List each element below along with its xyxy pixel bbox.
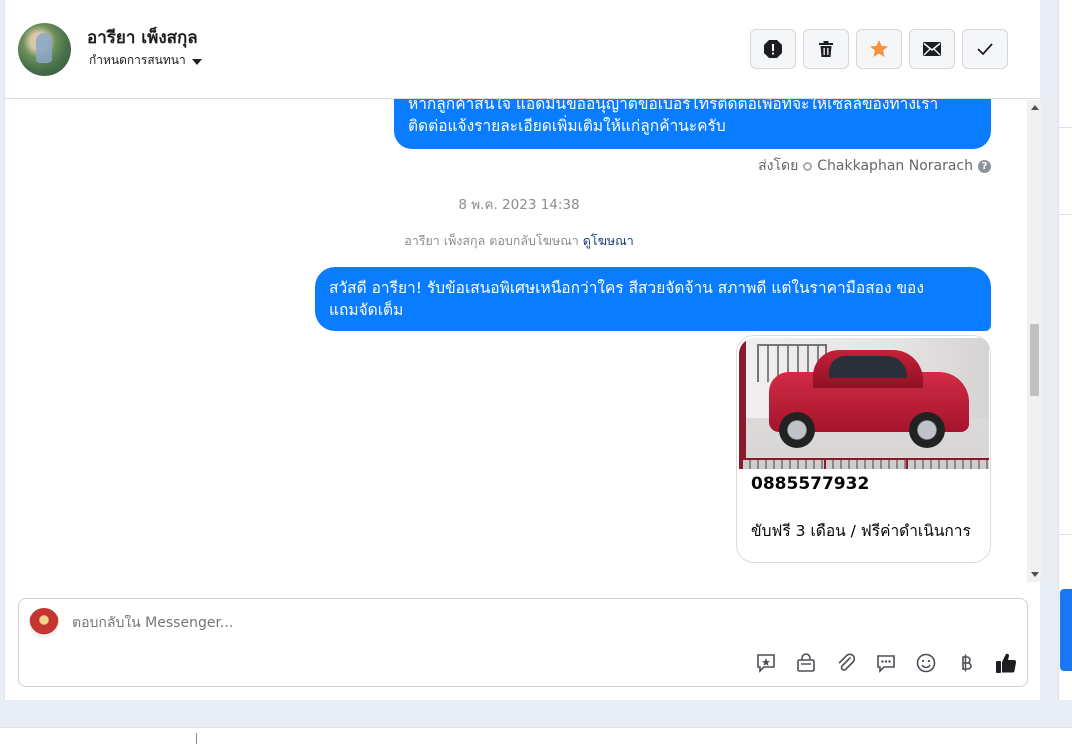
view-ad-link[interactable]: ดูโฆษณา xyxy=(583,233,634,248)
envelope-icon xyxy=(923,42,941,56)
card-title: 0885577932 xyxy=(751,474,870,494)
composer-tools xyxy=(754,651,1018,675)
chat-bubble-icon[interactable] xyxy=(874,651,898,675)
message-bubble-outgoing[interactable]: หากลูกค้าสนใจ แอดมินขออนุญาตขอเบอร์โทรติ… xyxy=(394,99,991,149)
conversation-header: อารียา เพ็งสกุล กำหนดการสนทนา xyxy=(5,0,1041,99)
ad-card[interactable]: 0885577932 ขับฟรี 3 เดือน / ฟรีค่าดำเนิน… xyxy=(736,335,991,563)
ad-reply-text: อารียา เพ็งสกุล ตอบกลับโฆษณา xyxy=(404,233,579,248)
message-text: แถมจัดเต็ม xyxy=(329,301,404,319)
thread-scrollbar[interactable] xyxy=(1027,100,1041,582)
trash-icon xyxy=(819,41,833,57)
contact-avatar[interactable] xyxy=(18,23,71,76)
side-panel-button[interactable] xyxy=(1060,589,1072,671)
page-avatar xyxy=(29,608,59,638)
bottom-bar xyxy=(0,727,1072,744)
assign-conversation-dropdown[interactable]: กำหนดการสนทนา xyxy=(89,51,202,70)
alert-octagon-icon xyxy=(764,40,782,58)
delete-button[interactable] xyxy=(803,29,849,69)
saved-reply-icon[interactable] xyxy=(754,651,778,675)
scroll-down-arrow-icon[interactable] xyxy=(1031,572,1039,577)
reply-input[interactable] xyxy=(72,615,572,631)
contact-name[interactable]: อารียา เพ็งสกุล xyxy=(87,24,198,51)
message-text: สวัสดี อารียา! รับข้อเสนอพิเศษเหนือกว่าใ… xyxy=(329,279,924,297)
check-icon xyxy=(977,43,993,56)
photo-thumbnails xyxy=(741,458,989,469)
scroll-up-arrow-icon[interactable] xyxy=(1031,105,1039,110)
baht-icon[interactable] xyxy=(954,651,978,675)
scrollbar-thumb[interactable] xyxy=(1030,324,1039,396)
help-icon[interactable]: ? xyxy=(978,159,991,173)
car-photo[interactable] xyxy=(739,338,989,469)
message-composer xyxy=(18,598,1028,687)
star-icon xyxy=(870,40,888,57)
emoji-icon[interactable] xyxy=(914,651,938,675)
thumbs-up-icon[interactable] xyxy=(994,651,1018,675)
shop-bag-icon[interactable] xyxy=(794,651,818,675)
paperclip-icon[interactable] xyxy=(834,651,858,675)
message-timestamp: 8 พ.ค. 2023 14:38 xyxy=(458,197,580,213)
header-actions xyxy=(750,29,1008,69)
caret-down-icon xyxy=(191,58,202,65)
assign-label: กำหนดการสนทนา xyxy=(89,53,186,67)
right-side-panel-edge xyxy=(1058,0,1072,700)
mark-unread-button[interactable] xyxy=(909,29,955,69)
card-subtitle: ขับฟรี 3 เดือน / ฟรีค่าดำเนินการ xyxy=(751,522,971,540)
star-button[interactable] xyxy=(856,29,902,69)
ad-reply-notice: อารียา เพ็งสกุล ตอบกลับโฆษณา ดูโฆษณา xyxy=(5,231,1033,251)
message-text: หากลูกค้าสนใจ แอดมินขออนุญาตขอเบอร์โทรติ… xyxy=(408,99,939,113)
mark-done-button[interactable] xyxy=(962,29,1008,69)
sent-by-label: ส่งโดย xyxy=(758,158,799,174)
agent-status-icon xyxy=(803,161,813,171)
message-bubble-outgoing[interactable]: สวัสดี อารียา! รับข้อเสนอพิเศษเหนือกว่าใ… xyxy=(315,267,991,331)
sent-by-name[interactable]: Chakkaphan Norarach xyxy=(817,158,973,174)
conversation-panel: อารียา เพ็งสกุล กำหนดการสนทนา หากลูกค้าส… xyxy=(4,0,1041,700)
message-text: ติดต่อแจ้งรายละเอียดเพิ่มเติมให้แก่ลูกค้… xyxy=(408,117,726,135)
sent-by-info: ส่งโดย Chakkaphan Norarach ? xyxy=(758,155,991,177)
report-button[interactable] xyxy=(750,29,796,69)
message-thread: หากลูกค้าสนใจ แอดมินขออนุญาตขอเบอร์โทรติ… xyxy=(5,99,1041,583)
